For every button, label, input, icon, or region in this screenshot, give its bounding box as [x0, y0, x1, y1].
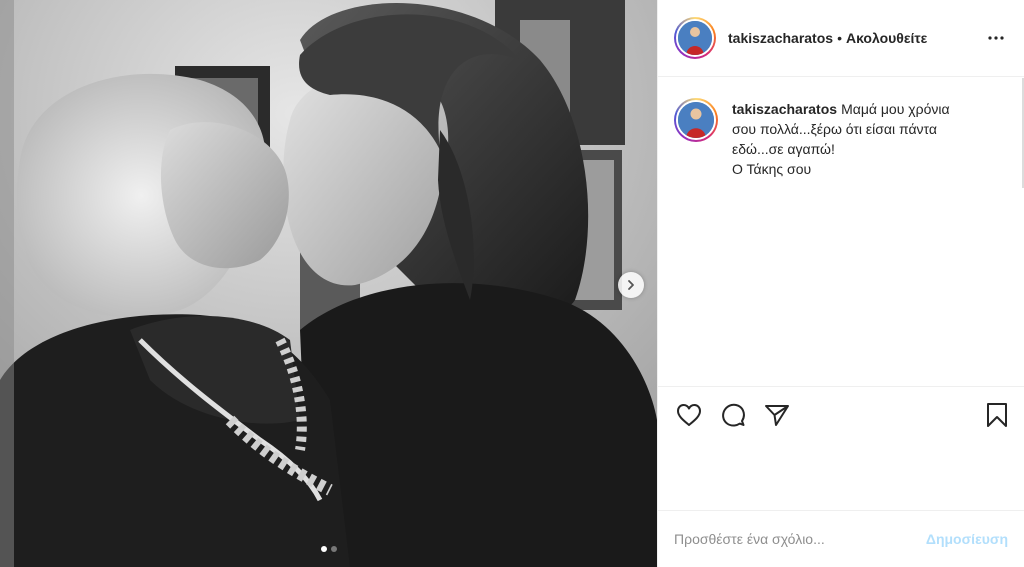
post-actions: [658, 386, 1024, 510]
comments-section: takiszacharatos Μαμά μου χρόνια σου πολλά…: [658, 78, 1024, 386]
caption-line-2: σου πολλά...ξέρω ότι είσαι πάντα: [732, 121, 937, 137]
caption-text: takiszacharatos Μαμά μου χρόνια σου πολλά…: [732, 99, 977, 179]
post-comment-button[interactable]: Δημοσίευση: [926, 531, 1008, 547]
following-button[interactable]: Ακολουθείτε: [846, 30, 927, 46]
post-photo[interactable]: [0, 0, 657, 567]
header-username[interactable]: takiszacharatos: [728, 30, 833, 46]
add-comment-bar: Δημοσίευση: [658, 510, 1024, 567]
like-button[interactable]: [675, 401, 703, 429]
carousel-dot: [330, 546, 337, 552]
caption: takiszacharatos Μαμά μου χρόνια σου πολλά…: [674, 98, 1008, 179]
user-avatar[interactable]: [674, 17, 716, 59]
post-photo-image: [0, 0, 657, 567]
carousel-indicators: [0, 546, 657, 552]
caption-line-3: εδώ...σε αγαπώ!: [732, 141, 835, 157]
caption-avatar[interactable]: [674, 98, 718, 142]
caption-line-1: Μαμά μου χρόνια: [841, 101, 950, 117]
avatar-image: [676, 100, 716, 140]
heart-icon: [677, 404, 701, 426]
post-side-panel: takiszacharatos • Ακολουθείτε takiszacha…: [657, 0, 1024, 567]
caption-username[interactable]: takiszacharatos: [732, 101, 837, 117]
carousel-next-button[interactable]: [618, 272, 644, 298]
header-separator: •: [837, 30, 842, 46]
post-header: takiszacharatos • Ακολουθείτε: [658, 0, 1024, 77]
chevron-right-icon: [628, 280, 634, 290]
avatar-image: [676, 19, 714, 57]
bookmark-icon: [987, 403, 1007, 427]
caption-line-4: Ο Τάκης σου: [732, 161, 812, 177]
comment-input[interactable]: [674, 531, 918, 547]
more-horizontal-icon: [988, 36, 1004, 40]
carousel-dot-active: [320, 546, 327, 552]
more-options-button[interactable]: [984, 26, 1008, 50]
save-button[interactable]: [983, 401, 1011, 429]
comment-icon: [722, 403, 745, 427]
comment-button[interactable]: [719, 401, 747, 429]
share-button[interactable]: [763, 401, 791, 429]
send-icon: [765, 405, 789, 426]
